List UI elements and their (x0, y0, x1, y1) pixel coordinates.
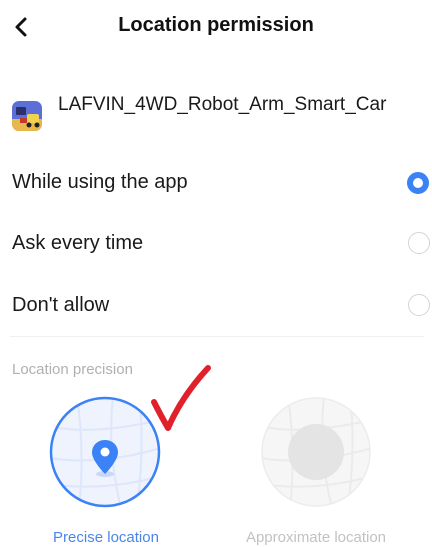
option-label-while-using[interactable]: While using the app (12, 171, 188, 194)
app-icon (12, 101, 42, 131)
precise-location-label[interactable]: Precise location (16, 529, 196, 546)
option-label-ask-every-time[interactable]: Ask every time (12, 232, 143, 255)
approximate-location-button[interactable] (260, 396, 372, 508)
divider (10, 336, 424, 337)
page-title: Location permission (118, 14, 314, 36)
radio-ask-every-time[interactable] (408, 232, 430, 254)
approximate-location-label[interactable]: Approximate location (226, 529, 406, 546)
precise-location-button[interactable] (49, 396, 161, 508)
option-label-dont-allow[interactable]: Don't allow (12, 294, 109, 317)
radio-dont-allow[interactable] (408, 294, 430, 316)
radio-while-using[interactable] (407, 172, 429, 194)
approximate-area-icon (288, 424, 344, 480)
section-label-precision: Location precision (12, 361, 133, 378)
app-name: LAFVIN_4WD_Robot_Arm_Smart_Car (58, 94, 387, 115)
checkmark-annotation-icon (151, 365, 211, 431)
